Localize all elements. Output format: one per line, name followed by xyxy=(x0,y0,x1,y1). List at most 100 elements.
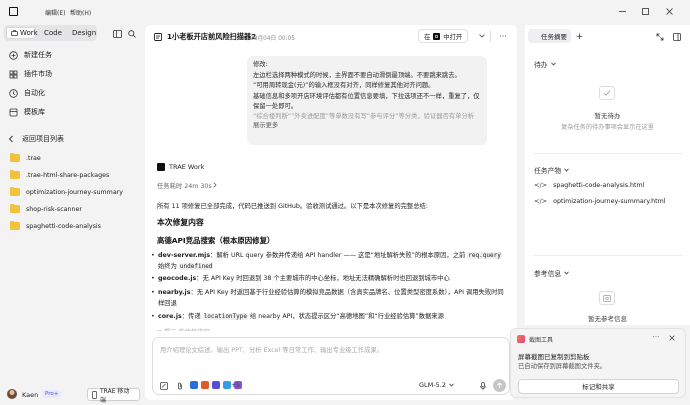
pending-empty-subtitle: 复杂任务的待办事项会显示在这里 xyxy=(561,124,654,131)
project-item[interactable]: .trae-html-share-packages xyxy=(10,168,109,182)
open-in-button[interactable]: 在 中打开 xyxy=(418,29,469,43)
maximize-icon[interactable] xyxy=(640,6,650,16)
fix-file: dev-server.mjs xyxy=(158,252,211,259)
avatar[interactable] xyxy=(7,389,17,399)
user-message-line: “综合楼判断”“外卖进配度”等单数没有写“参与评分”等分类，验证器否有单分析 xyxy=(253,112,475,120)
project-item-label: optimization-journey-summary xyxy=(26,188,123,196)
chevron-left-icon xyxy=(6,134,16,144)
more-options-icon[interactable]: ··· xyxy=(497,32,509,41)
page-title: 1小老板开店前风险扫描器2 xyxy=(167,32,257,41)
show-more-link[interactable]: 展示更多 xyxy=(253,121,481,132)
new-task-icon xyxy=(8,50,18,60)
message-input[interactable]: 用介绍理论文综述、输出 PPT、分析 Excel 等日常工作、输出专业级工作成果… xyxy=(160,345,500,354)
task-icon xyxy=(153,32,162,41)
nav-automation[interactable]: 自动化 xyxy=(8,86,45,100)
project-item-label: shop-risk-scanner xyxy=(26,205,82,213)
pending-section-title: 待办 xyxy=(534,59,556,69)
toast-title: 截图工具 xyxy=(529,337,554,344)
fix-text: ：无 API Key 时回退到 38 个主要城市的中心坐标，地址无法精确解析时也… xyxy=(196,275,450,282)
folder-icon xyxy=(10,169,20,179)
chat-panel: 1小老板开店前风险扫描器2 08月04日 00:05 在 中打开 ··· 修改:… xyxy=(145,25,517,400)
tab-design[interactable]: Design xyxy=(68,27,100,39)
divider xyxy=(534,255,682,256)
fix-file: core.js xyxy=(158,313,182,320)
tab-work-label: Work xyxy=(20,29,38,37)
send-button[interactable] xyxy=(493,379,506,392)
task-duration: 任务耗时 24m 30s xyxy=(157,183,212,190)
output-file-name: optimization-journey-summary.html xyxy=(553,197,666,205)
chevron-down-icon[interactable] xyxy=(478,33,486,39)
output-file-item[interactable]: </> spaghetti-code-analysis.html xyxy=(534,181,644,189)
project-item[interactable]: .trae xyxy=(10,151,41,165)
project-item[interactable]: spaghetti-code-analysis xyxy=(10,219,101,233)
attach-icon[interactable] xyxy=(159,381,168,390)
chevron-down-icon[interactable] xyxy=(550,62,556,66)
refs-empty-title: 暂无参考信息 xyxy=(588,315,627,323)
nav-automation-label: 自动化 xyxy=(24,89,45,97)
output-file-item[interactable]: </> optimization-journey-summary.html xyxy=(534,197,666,205)
project-item-label: .trae-html-share-packages xyxy=(26,171,110,179)
minimize-icon[interactable] xyxy=(617,7,627,15)
arrow-up-icon xyxy=(496,382,503,388)
more-plugins-count[interactable]: +5 xyxy=(231,382,240,389)
chevron-down-icon[interactable] xyxy=(564,271,569,275)
folder-icon xyxy=(10,152,20,162)
mobile-app-button[interactable]: TRAE 移动端 xyxy=(87,388,140,404)
tab-task-summary[interactable]: 任务摘要 xyxy=(528,29,571,43)
nav-new-task[interactable]: 新建任务 xyxy=(8,48,52,62)
fix-text: 始终为 xyxy=(158,262,179,270)
inline-code: undefined xyxy=(178,262,214,270)
nav-new-task-label: 新建任务 xyxy=(24,51,52,59)
back-to-projects-label: 返回项目列表 xyxy=(22,135,64,143)
project-item[interactable]: shop-risk-scanner xyxy=(10,202,82,216)
nav-template-library[interactable]: 模板库 xyxy=(8,105,45,119)
tab-code[interactable]: Code xyxy=(40,27,66,39)
pro-badge: Pro+ xyxy=(42,390,62,398)
back-to-projects[interactable]: 返回项目列表 xyxy=(6,132,64,146)
chevron-down-icon[interactable] xyxy=(564,168,569,172)
fix-text: 给 nearby API，状态提示区分“高德地图”和“行业经验估算”数据来源 xyxy=(248,313,444,320)
fix-text: ：无 API Key 时返回基于行业经验估算的模拟竞品数据（含真实品牌名、位置类… xyxy=(158,289,504,307)
pending-title: 待办 xyxy=(534,61,548,69)
toast-line-2: 已自动保存到屏幕截图文件夹。 xyxy=(518,363,607,370)
fix-item: dev-server.mjs：解析 URL query 参数并传递给 API h… xyxy=(151,251,508,272)
empty-reference-icon xyxy=(599,291,615,305)
briefcase-icon xyxy=(11,30,18,36)
nav-plugin-market[interactable]: 插件市场 xyxy=(8,67,52,81)
mic-icon[interactable] xyxy=(478,381,487,390)
user-message-line: “可用周转现金(元)”的输入框没有对齐，同样修复其他对齐问题。 xyxy=(253,82,435,90)
user-name: Kaen xyxy=(22,391,39,399)
inline-code: req.query xyxy=(467,252,502,259)
assistant-name: TRAE Work xyxy=(169,163,205,171)
inline-code: locationType xyxy=(202,313,248,320)
menu-help[interactable]: 帮助(H) xyxy=(70,8,91,17)
empty-todo-icon xyxy=(599,86,615,100)
add-tab-icon[interactable]: + xyxy=(575,32,584,42)
tab-task-summary-label: 任务摘要 xyxy=(541,33,567,41)
excel-plugin-icon xyxy=(212,381,220,389)
model-selector[interactable]: GLM-5.2 xyxy=(419,381,454,389)
sidebar-toggle-icon[interactable] xyxy=(112,29,122,38)
mark-and-share-button[interactable]: 标记和共享 xyxy=(518,379,679,394)
user-message-bubble: 修改: 左边栏选择两种模式的时候，主界面不要自动滑倒最顶端。不要跳来跳去。 “可… xyxy=(247,56,487,145)
tab-work[interactable]: Work xyxy=(6,27,38,39)
close-icon[interactable] xyxy=(668,334,676,342)
search-icon[interactable] xyxy=(127,29,137,38)
chevron-right-icon[interactable] xyxy=(212,181,218,189)
panel-layout-icon[interactable] xyxy=(672,32,681,41)
paperclip-icon[interactable] xyxy=(175,381,184,390)
pending-empty-title: 暂无待办 xyxy=(594,112,621,120)
folder-icon xyxy=(10,186,20,196)
refs-title: 参考信息 xyxy=(534,270,562,278)
more-options-icon[interactable]: ··· xyxy=(651,333,661,341)
fix-item: nearby.js：无 API Key 时返回基于行业经验估算的模拟竞品数据（含… xyxy=(151,288,508,309)
section-heading: 本次修复内容 xyxy=(157,218,204,227)
output-file-name: spaghetti-code-analysis.html xyxy=(553,181,645,189)
menu-edit[interactable]: 编辑(E) xyxy=(45,8,65,17)
expand-icon[interactable] xyxy=(655,32,664,41)
user-message-line: 修改: xyxy=(253,61,268,68)
user-message-line: 基础信息和多项开店环境评估都有位置信息要填，下拉选项还不一样，重复了，仅保留一处… xyxy=(253,92,480,110)
close-window-icon[interactable] xyxy=(664,6,674,16)
project-item[interactable]: optimization-journey-summary xyxy=(10,185,123,199)
trae-app-icon xyxy=(433,32,441,40)
